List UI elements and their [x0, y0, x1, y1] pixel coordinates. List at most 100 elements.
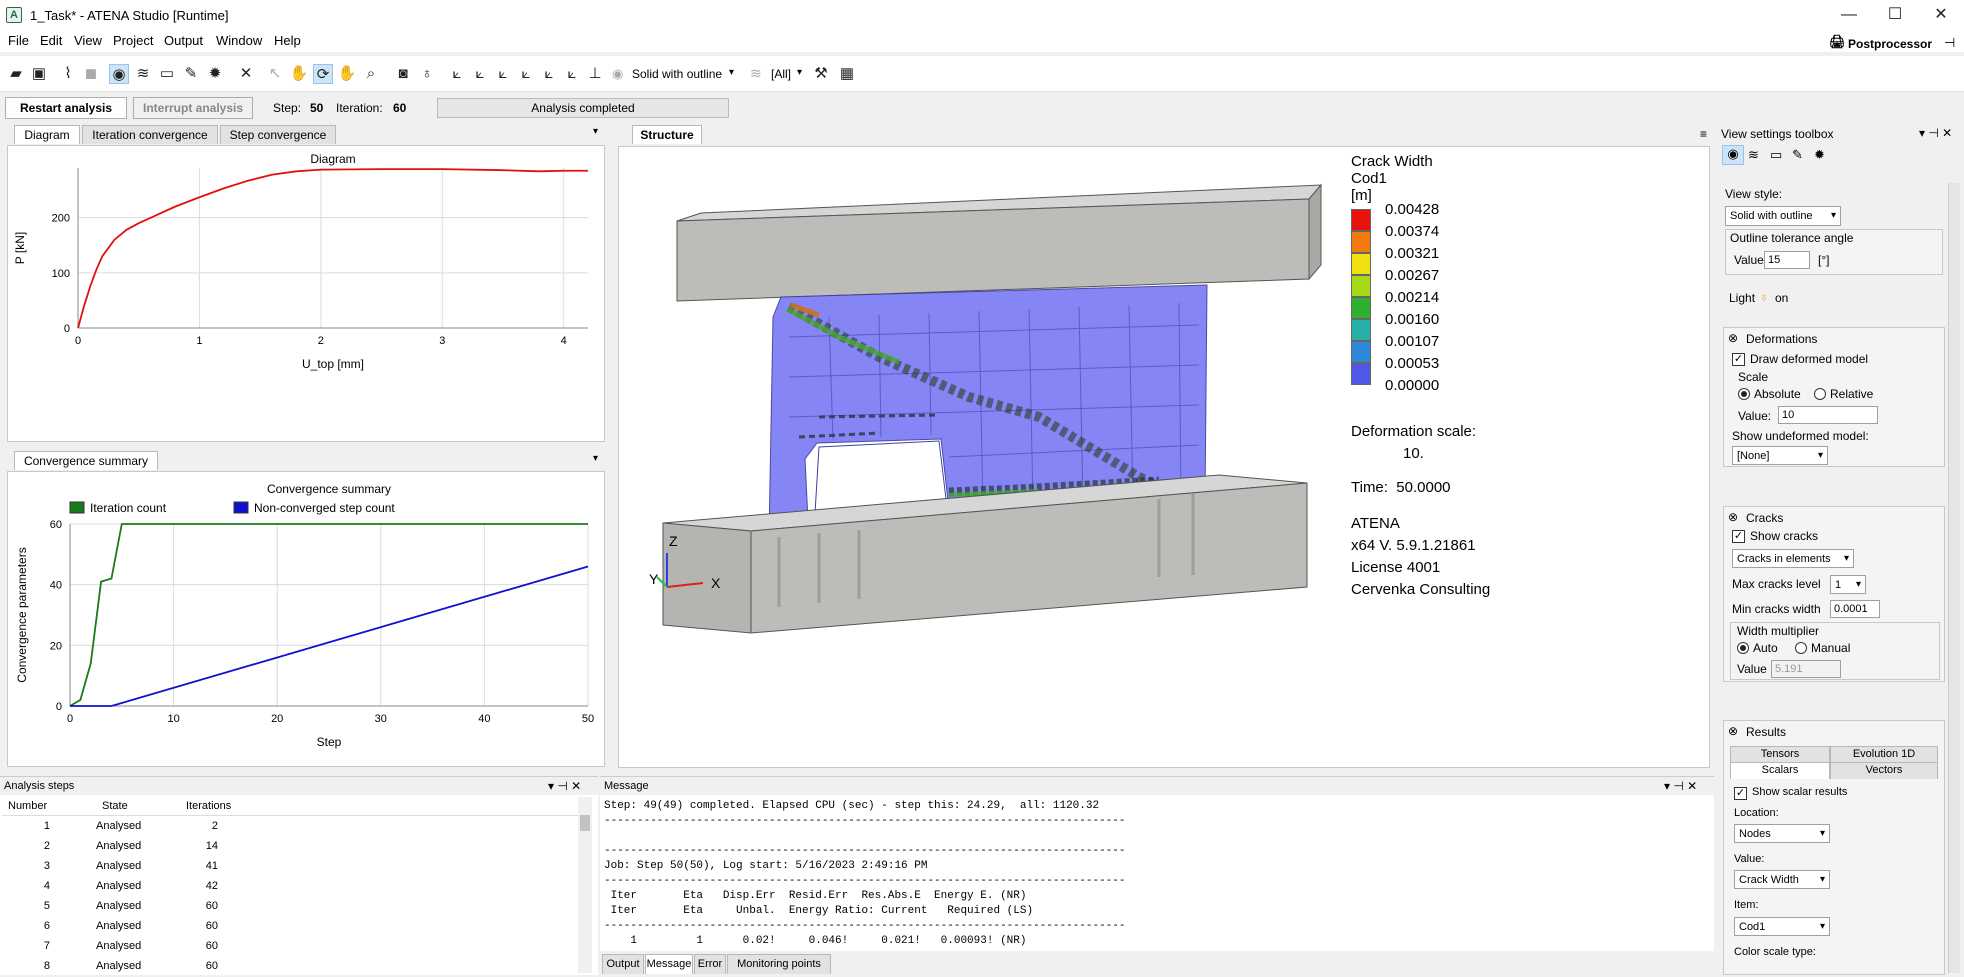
axis-yz-icon[interactable]: ⟀: [516, 64, 536, 84]
view-style-dropdown[interactable]: Solid with outline: [632, 67, 722, 81]
panel-menu-icon[interactable]: ▾ ⊣ ✕: [1664, 779, 1697, 793]
bulb-icon[interactable]: ♁: [1759, 289, 1769, 304]
close-button[interactable]: ✕: [1918, 0, 1964, 30]
menu-help[interactable]: Help: [274, 33, 301, 48]
pan-icon[interactable]: ✋: [337, 64, 357, 84]
menu-edit[interactable]: Edit: [40, 33, 62, 48]
chevron-down-icon[interactable]: ▾: [797, 67, 802, 78]
zoom-icon[interactable]: ⌕: [361, 64, 381, 84]
axis-iso-icon[interactable]: ⟀: [447, 64, 467, 84]
collapse-icon[interactable]: ⊗: [1728, 510, 1738, 524]
comment-icon[interactable]: ▭: [1770, 147, 1782, 163]
interrupt-analysis-button[interactable]: Interrupt analysis: [133, 97, 253, 119]
tab-evolution-1d[interactable]: Evolution 1D: [1830, 746, 1938, 762]
min-cracks-input[interactable]: 0.0001: [1830, 600, 1880, 618]
restart-analysis-button[interactable]: Restart analysis: [5, 97, 127, 119]
postprocessor-label[interactable]: Postprocessor: [1848, 37, 1932, 51]
rotate-icon[interactable]: ⟳: [313, 64, 333, 84]
wrench-icon[interactable]: ⚒: [811, 64, 831, 84]
tab-structure[interactable]: Structure: [632, 125, 702, 144]
pointer-icon[interactable]: ↖: [265, 64, 285, 84]
absolute-radio[interactable]: [1738, 388, 1750, 400]
table-row[interactable]: 2 Analysed 14: [2, 837, 578, 857]
save-icon[interactable]: ▣: [29, 64, 49, 84]
pin-icon[interactable]: ⊣: [1944, 35, 1955, 51]
undeformed-select[interactable]: [None]: [1732, 446, 1828, 465]
location-select[interactable]: Nodes: [1734, 824, 1830, 843]
axis-xy-icon[interactable]: ⟀: [470, 64, 490, 84]
axis-side-icon[interactable]: ⟀: [562, 64, 582, 84]
bulb-icon[interactable]: ♁: [417, 64, 437, 84]
crack-icon[interactable]: ✹: [205, 64, 225, 84]
scrollbar-thumb[interactable]: [580, 815, 590, 831]
manual-radio[interactable]: [1795, 642, 1807, 654]
relative-radio[interactable]: [1814, 388, 1826, 400]
max-cracks-select[interactable]: 1: [1830, 575, 1866, 594]
panel-menu-icon[interactable]: ▾: [593, 126, 598, 137]
calculator-icon[interactable]: ▦: [837, 64, 857, 84]
deform-value-input[interactable]: 10: [1778, 406, 1878, 424]
layers-icon[interactable]: ≋: [1748, 147, 1759, 163]
table-row[interactable]: 5 Analysed 60: [2, 897, 578, 917]
chevron-down-icon[interactable]: ▾: [729, 67, 734, 78]
table-row[interactable]: 4 Analysed 42: [2, 877, 578, 897]
draw-deformed-checkbox[interactable]: ✓: [1732, 353, 1745, 366]
axis-back-icon[interactable]: ⟀: [539, 64, 559, 84]
toolbox-scrollbar[interactable]: [1948, 183, 1960, 973]
auto-radio[interactable]: [1737, 642, 1749, 654]
comment-icon[interactable]: ▭: [157, 64, 177, 84]
menu-window[interactable]: Window: [216, 33, 262, 48]
tab-diagram[interactable]: Diagram: [14, 125, 80, 144]
cube-icon[interactable]: ◼: [81, 64, 101, 84]
tab-step-convergence[interactable]: Step convergence: [220, 125, 336, 144]
show-scalar-checkbox[interactable]: ✓: [1734, 787, 1747, 800]
open-icon[interactable]: ▰: [6, 64, 26, 84]
chart-icon[interactable]: ⌇: [58, 64, 78, 84]
outline-value-input[interactable]: 15: [1764, 251, 1810, 269]
menu-view[interactable]: View: [74, 33, 102, 48]
layers-dropdown[interactable]: [All]: [771, 67, 791, 81]
view-style-select[interactable]: Solid with outline: [1725, 206, 1841, 226]
collapse-icon[interactable]: ⊗: [1728, 724, 1738, 738]
panel-menu-icon[interactable]: ▾ ⊣ ✕: [1919, 126, 1952, 140]
menu-project[interactable]: Project: [113, 33, 153, 48]
column-header[interactable]: Iterations: [186, 800, 231, 812]
eye-icon[interactable]: ◉: [1722, 145, 1744, 165]
tab-convergence-summary[interactable]: Convergence summary: [14, 451, 158, 470]
tab-message[interactable]: Message: [645, 954, 693, 974]
tab-tensors[interactable]: Tensors: [1730, 746, 1830, 762]
tab-scalars[interactable]: Scalars: [1730, 762, 1830, 779]
tab-monitoring-points[interactable]: Monitoring points: [727, 954, 831, 974]
crack-icon[interactable]: ✹: [1814, 147, 1825, 163]
table-row[interactable]: 8 Analysed 60: [2, 957, 578, 977]
show-cracks-checkbox[interactable]: ✓: [1732, 530, 1745, 543]
axis-xz-icon[interactable]: ⟀: [493, 64, 513, 84]
menu-output[interactable]: Output: [164, 33, 203, 48]
panel-menu-icon[interactable]: ≡: [1700, 127, 1707, 141]
structure-viewport[interactable]: Z Y X Crack Width Cod1 [m] 0.00428 0.0037…: [618, 146, 1710, 768]
grab-icon[interactable]: ✋: [289, 64, 309, 84]
maximize-button[interactable]: ☐: [1872, 0, 1918, 30]
panel-menu-icon[interactable]: ▾: [593, 453, 598, 464]
item-select[interactable]: Cod1: [1734, 917, 1830, 936]
tab-error[interactable]: Error: [694, 954, 726, 974]
column-header[interactable]: State: [102, 800, 128, 812]
cracks-mode-select[interactable]: Cracks in elements: [1732, 549, 1854, 568]
table-row[interactable]: 3 Analysed 41: [2, 857, 578, 877]
table-row[interactable]: 6 Analysed 60: [2, 917, 578, 937]
layers-icon[interactable]: ≋: [133, 64, 153, 84]
table-row[interactable]: 1 Analysed 2: [2, 817, 578, 837]
minimize-button[interactable]: —: [1826, 0, 1872, 30]
value-select[interactable]: Crack Width: [1734, 870, 1830, 889]
tools-icon[interactable]: ✕: [236, 64, 256, 84]
panel-menu-icon[interactable]: ▾ ⊣ ✕: [548, 779, 581, 793]
axis-top-icon[interactable]: ⊥: [585, 64, 605, 84]
eye-icon[interactable]: ◉: [109, 64, 129, 84]
steps-scrollbar[interactable]: [578, 797, 592, 973]
menu-file[interactable]: File: [8, 33, 29, 48]
mult-value-input[interactable]: 5.191: [1771, 660, 1841, 678]
edit-icon[interactable]: ✎: [181, 64, 201, 84]
table-row[interactable]: 7 Analysed 60: [2, 937, 578, 957]
collapse-icon[interactable]: ⊗: [1728, 331, 1738, 345]
tab-iteration-convergence[interactable]: Iteration convergence: [82, 125, 218, 144]
